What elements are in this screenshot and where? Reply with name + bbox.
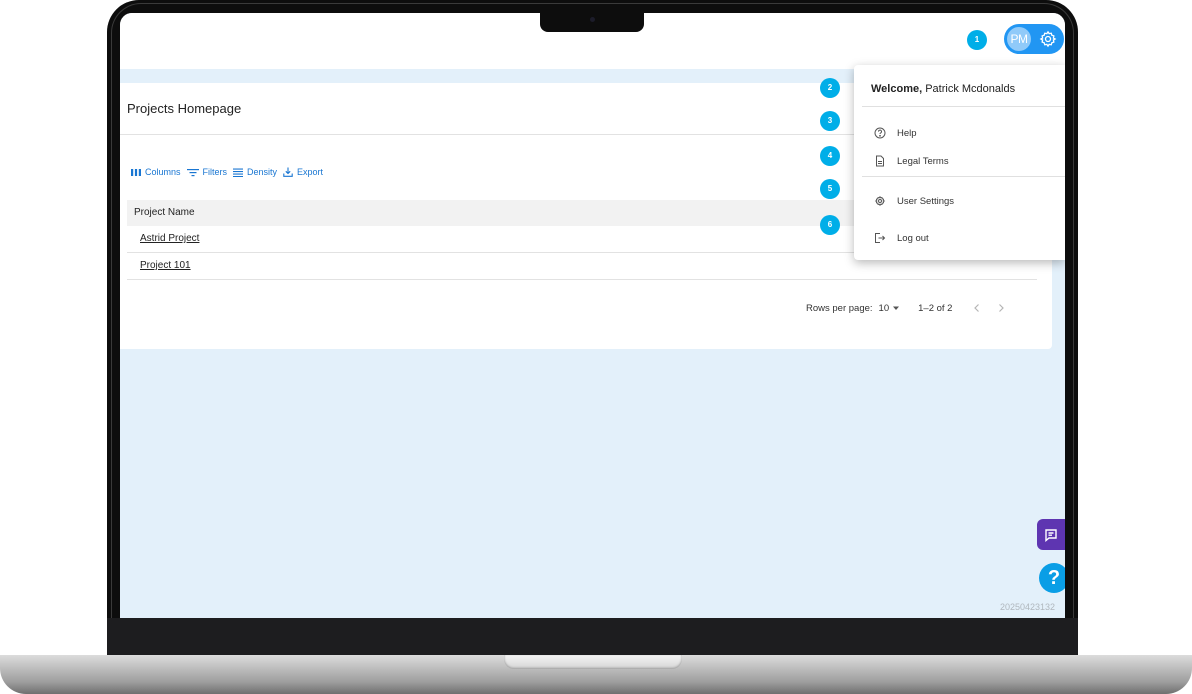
rows-per-page-label: Rows per page: [806, 302, 873, 314]
gear-icon [1038, 29, 1058, 49]
divider [862, 106, 1065, 107]
export-label: Export [297, 167, 324, 177]
logout-icon [875, 233, 886, 243]
step-badge-2: 2 [820, 78, 840, 98]
columns-button[interactable]: Columns [131, 167, 181, 177]
avatar: PM [1007, 27, 1031, 51]
chevron-left-icon [974, 304, 980, 312]
laptop-chin [107, 618, 1078, 656]
project-link[interactable]: Project 101 [140, 260, 191, 271]
next-page-button[interactable] [994, 301, 1008, 315]
step-badge-3: 3 [820, 111, 840, 131]
menu-item-user-settings[interactable]: User Settings [874, 195, 954, 207]
grid-toolbar: Columns Filters Density Export [131, 165, 323, 179]
page-range: 1–2 of 2 [918, 302, 953, 314]
rows-per-page-value: 10 [878, 302, 890, 314]
app-screen: PM Projects Homepage Columns Filters Den… [120, 13, 1065, 618]
export-button[interactable]: Export [283, 167, 323, 177]
feedback-button[interactable] [1037, 519, 1065, 550]
step-badge-5: 5 [820, 179, 840, 199]
step-badge-1: 1 [967, 30, 987, 50]
filters-label: Filters [202, 167, 228, 177]
filters-button[interactable]: Filters [186, 167, 228, 177]
step-badge-6: 6 [820, 215, 840, 235]
filter-icon [186, 168, 199, 176]
help-button[interactable]: ? [1039, 563, 1065, 593]
user-name: Patrick Mcdonalds [925, 83, 1016, 95]
project-link[interactable]: Astrid Project [140, 233, 199, 244]
page-title: Projects Homepage [127, 101, 242, 116]
gear-icon [874, 195, 886, 207]
laptop-base-notch [504, 655, 682, 669]
menu-item-logout[interactable]: Log out [874, 232, 929, 244]
welcome-message: Welcome, Patrick Mcdonalds [871, 83, 1015, 95]
menu-item-legal-terms[interactable]: Legal Terms [874, 155, 949, 167]
caret-down-icon [893, 306, 900, 310]
user-menu: Welcome, Patrick Mcdonalds Help Legal Te… [854, 65, 1065, 260]
document-icon [876, 155, 884, 167]
density-icon [233, 168, 244, 177]
camera [590, 17, 595, 22]
columns-icon [131, 168, 141, 176]
menu-item-label: Legal Terms [897, 155, 949, 167]
menu-item-label: Help [897, 127, 917, 139]
menu-item-label: User Settings [897, 195, 955, 207]
previous-page-button[interactable] [970, 301, 984, 315]
menu-item-help[interactable]: Help [874, 127, 917, 139]
export-icon [283, 167, 293, 177]
density-button[interactable]: Density [233, 167, 277, 177]
version-text: 20250423132 [1000, 602, 1056, 612]
pagination: Rows per page: 10 1–2 of 2 [806, 301, 1008, 315]
rows-per-page-select[interactable]: 10 [879, 303, 901, 314]
column-header-label: Project Name [134, 207, 195, 218]
user-menu-button[interactable]: PM [1004, 24, 1064, 54]
divider [862, 176, 1065, 177]
menu-item-label: Log out [897, 232, 929, 244]
chat-icon [1045, 528, 1057, 542]
density-label: Density [247, 167, 278, 177]
step-badge-4: 4 [820, 146, 840, 166]
columns-label: Columns [145, 167, 181, 177]
chevron-right-icon [999, 304, 1005, 312]
help-circle-icon [874, 127, 886, 139]
camera-notch [540, 13, 644, 32]
welcome-prefix: Welcome, [871, 83, 923, 95]
